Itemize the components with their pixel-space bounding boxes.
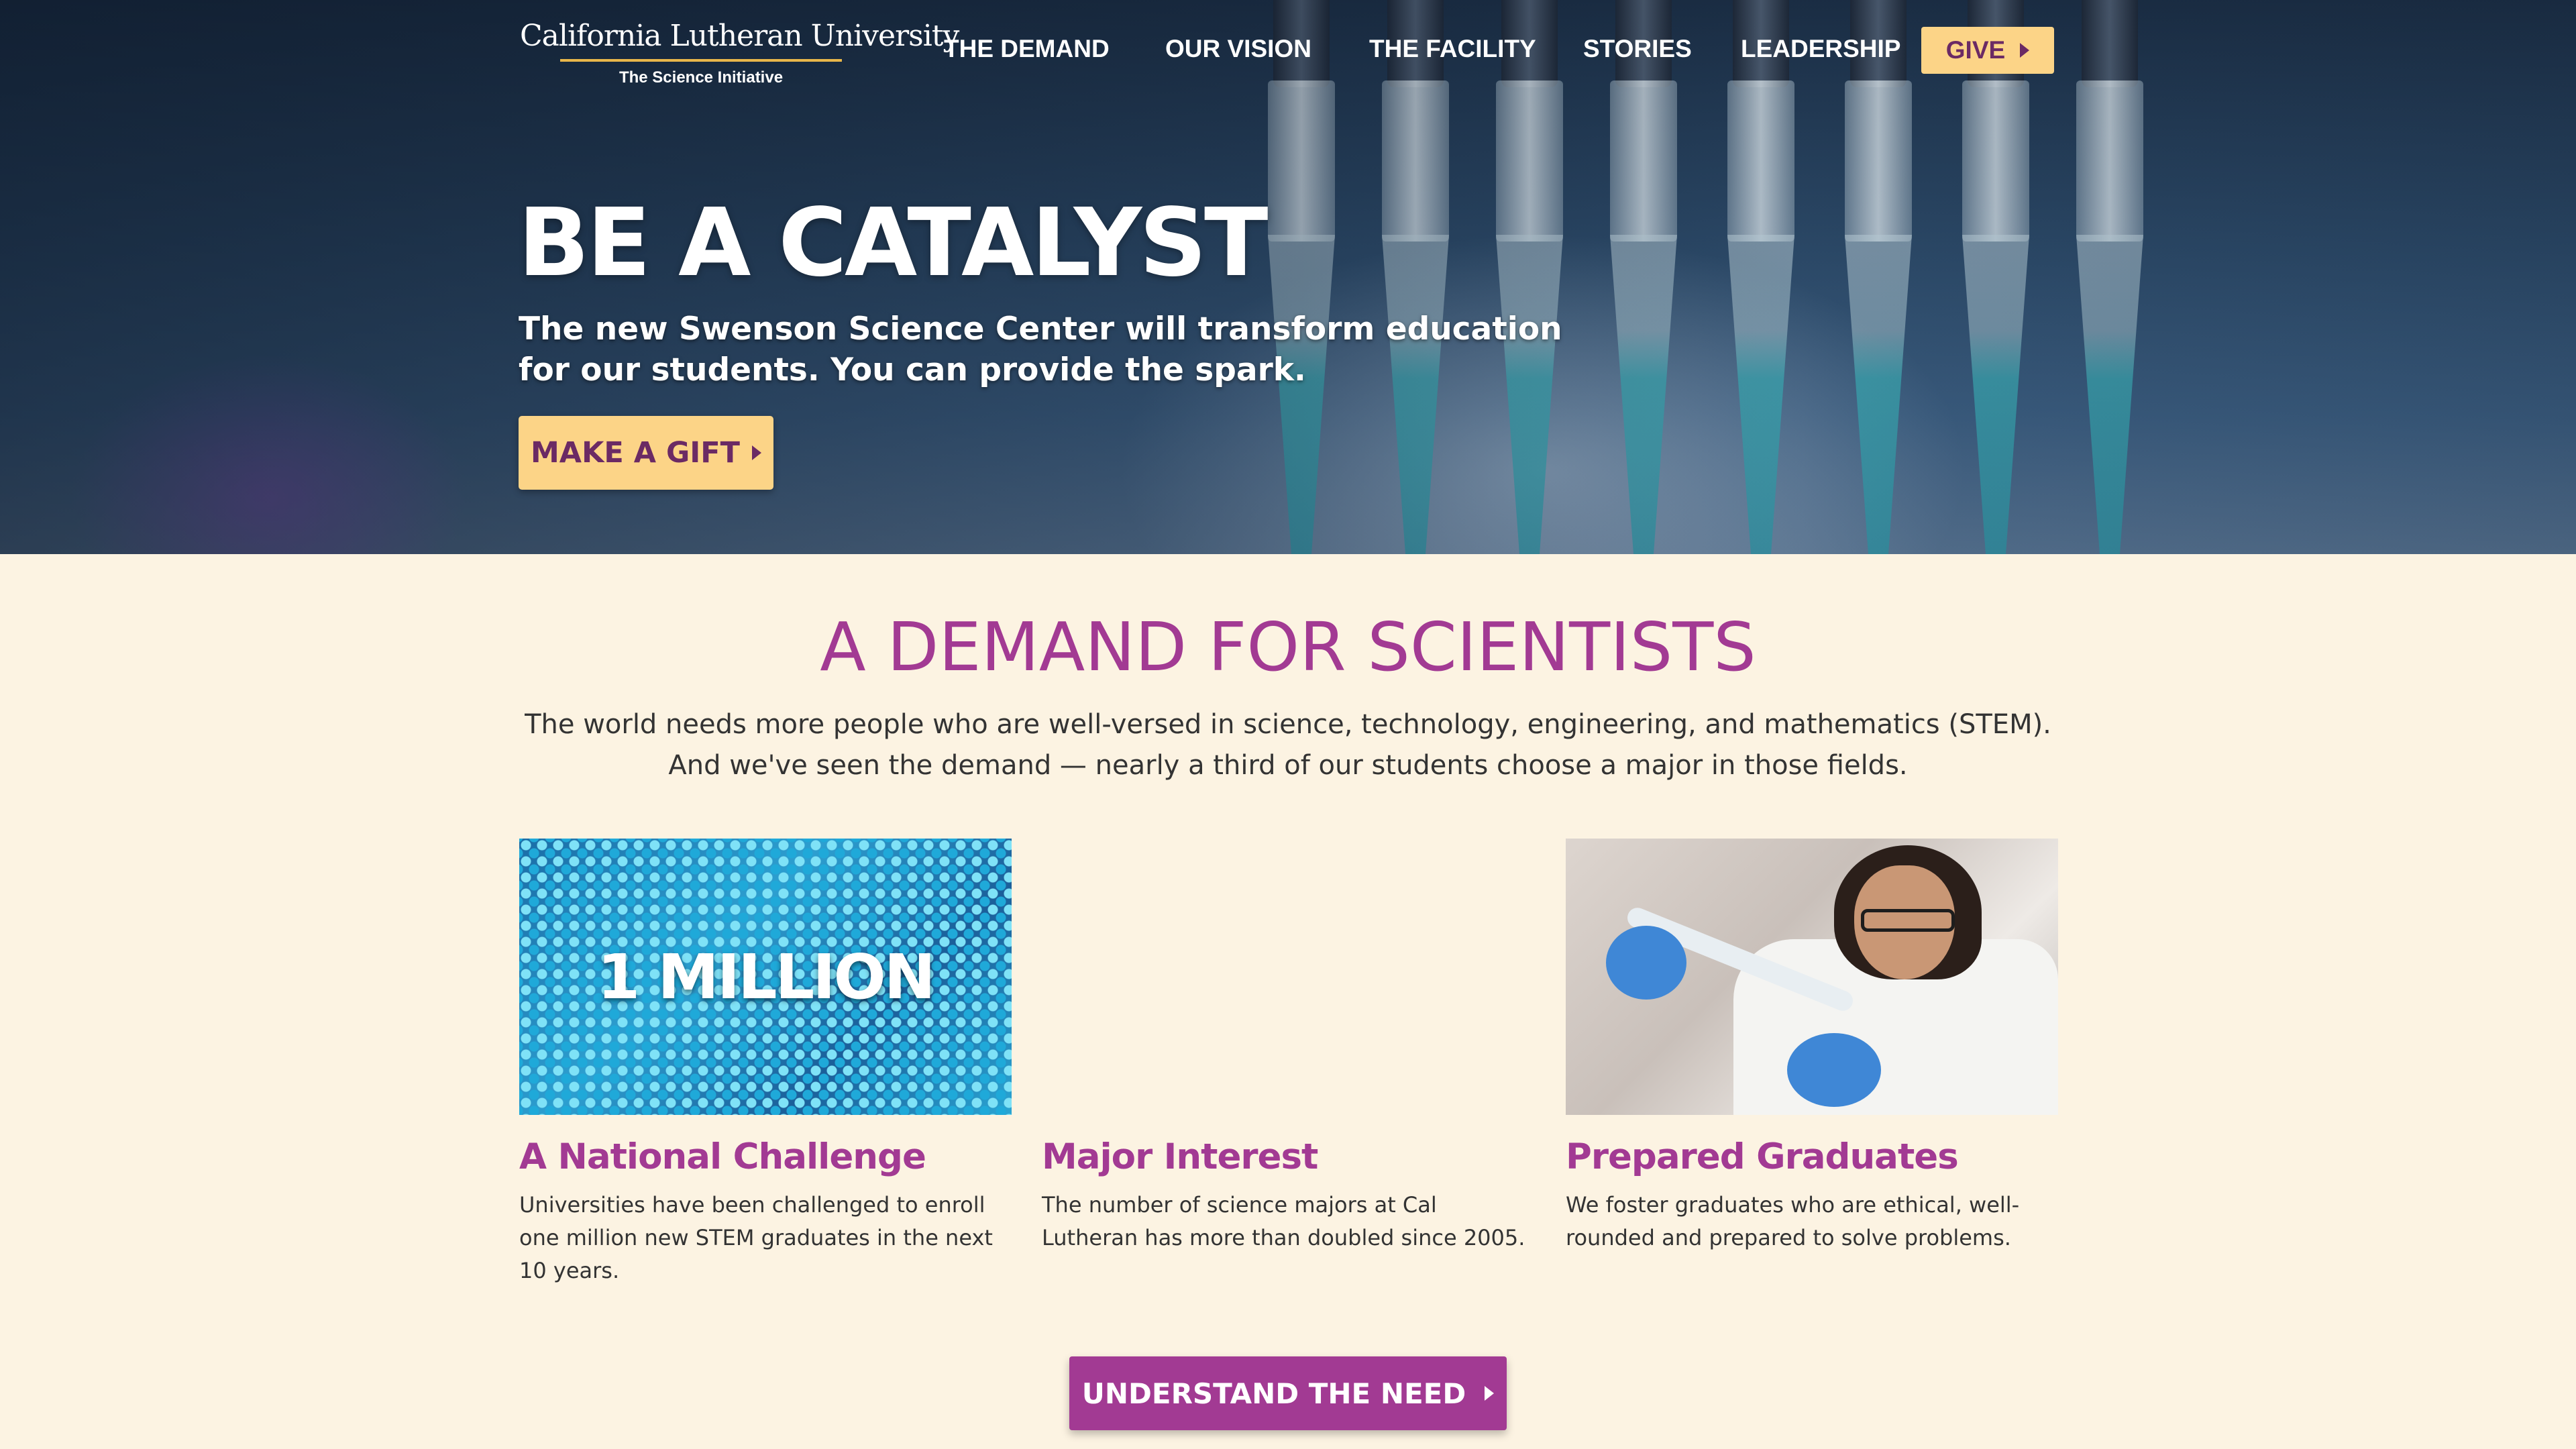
caret-right-icon bbox=[1485, 1386, 1495, 1401]
understand-the-need-label: UNDERSTAND THE NEED bbox=[1081, 1377, 1466, 1410]
section-title: A DEMAND FOR SCIENTISTS bbox=[820, 608, 1756, 686]
nav-leadership[interactable]: LEADERSHIP bbox=[1741, 35, 1900, 63]
nav-stories[interactable]: STORIES bbox=[1583, 35, 1692, 63]
logo-subtitle: The Science Initiative bbox=[619, 68, 784, 87]
card-text: Universities have been challenged to enr… bbox=[519, 1192, 993, 1283]
caret-right-icon bbox=[751, 445, 761, 460]
hero-subtitle: The new Swenson Science Center will tran… bbox=[519, 311, 1562, 388]
nav-the-demand[interactable]: THE DEMAND bbox=[944, 35, 1110, 63]
card-image-placeholder bbox=[1042, 839, 1534, 1115]
make-a-gift-label: MAKE A GIFT bbox=[531, 436, 740, 470]
hero-banner: California Lutheran University The Scien… bbox=[0, 0, 2576, 554]
section-intro: The world needs more people who are well… bbox=[402, 704, 2174, 786]
card-title: Major Interest bbox=[1042, 1136, 1318, 1177]
intro-line-2: And we've seen the demand — nearly a thi… bbox=[668, 750, 1908, 781]
million-graphic-image: 1 MILLION bbox=[519, 839, 1012, 1115]
understand-the-need-button[interactable]: UNDERSTAND THE NEED bbox=[1069, 1356, 1507, 1430]
card-text: We foster graduates who are ethical, wel… bbox=[1566, 1192, 2020, 1250]
hero-overlay bbox=[0, 0, 2576, 554]
give-label: GIVE bbox=[1945, 36, 2006, 64]
give-button[interactable]: GIVE bbox=[1921, 27, 2054, 74]
hero-title: BE A CATALYST bbox=[518, 189, 1268, 298]
student-lab-photo bbox=[1566, 839, 2058, 1115]
caret-right-icon bbox=[2020, 43, 2030, 58]
logo-wordmark: California Lutheran University bbox=[520, 19, 959, 53]
card-text: The number of science majors at Cal Luth… bbox=[1042, 1192, 1525, 1250]
card-title: Prepared Graduates bbox=[1566, 1136, 1959, 1177]
nav-our-vision[interactable]: OUR VISION bbox=[1165, 35, 1311, 63]
card-prepared-graduates: Prepared Graduates We foster graduates w… bbox=[1566, 839, 2058, 1254]
million-graphic-text: 1 MILLION bbox=[597, 941, 936, 1013]
site-logo[interactable]: California Lutheran University The Scien… bbox=[520, 17, 959, 87]
nav-the-facility[interactable]: THE FACILITY bbox=[1369, 35, 1536, 63]
card-major-interest: Major Interest The number of science maj… bbox=[1042, 839, 1534, 1254]
intro-line-1: The world needs more people who are well… bbox=[525, 709, 2051, 740]
make-a-gift-button[interactable]: MAKE A GIFT bbox=[519, 416, 773, 490]
card-national-challenge: 1 MILLION A National Challenge Universit… bbox=[519, 839, 1012, 1287]
logo-divider bbox=[560, 59, 842, 62]
card-title: A National Challenge bbox=[519, 1136, 926, 1177]
